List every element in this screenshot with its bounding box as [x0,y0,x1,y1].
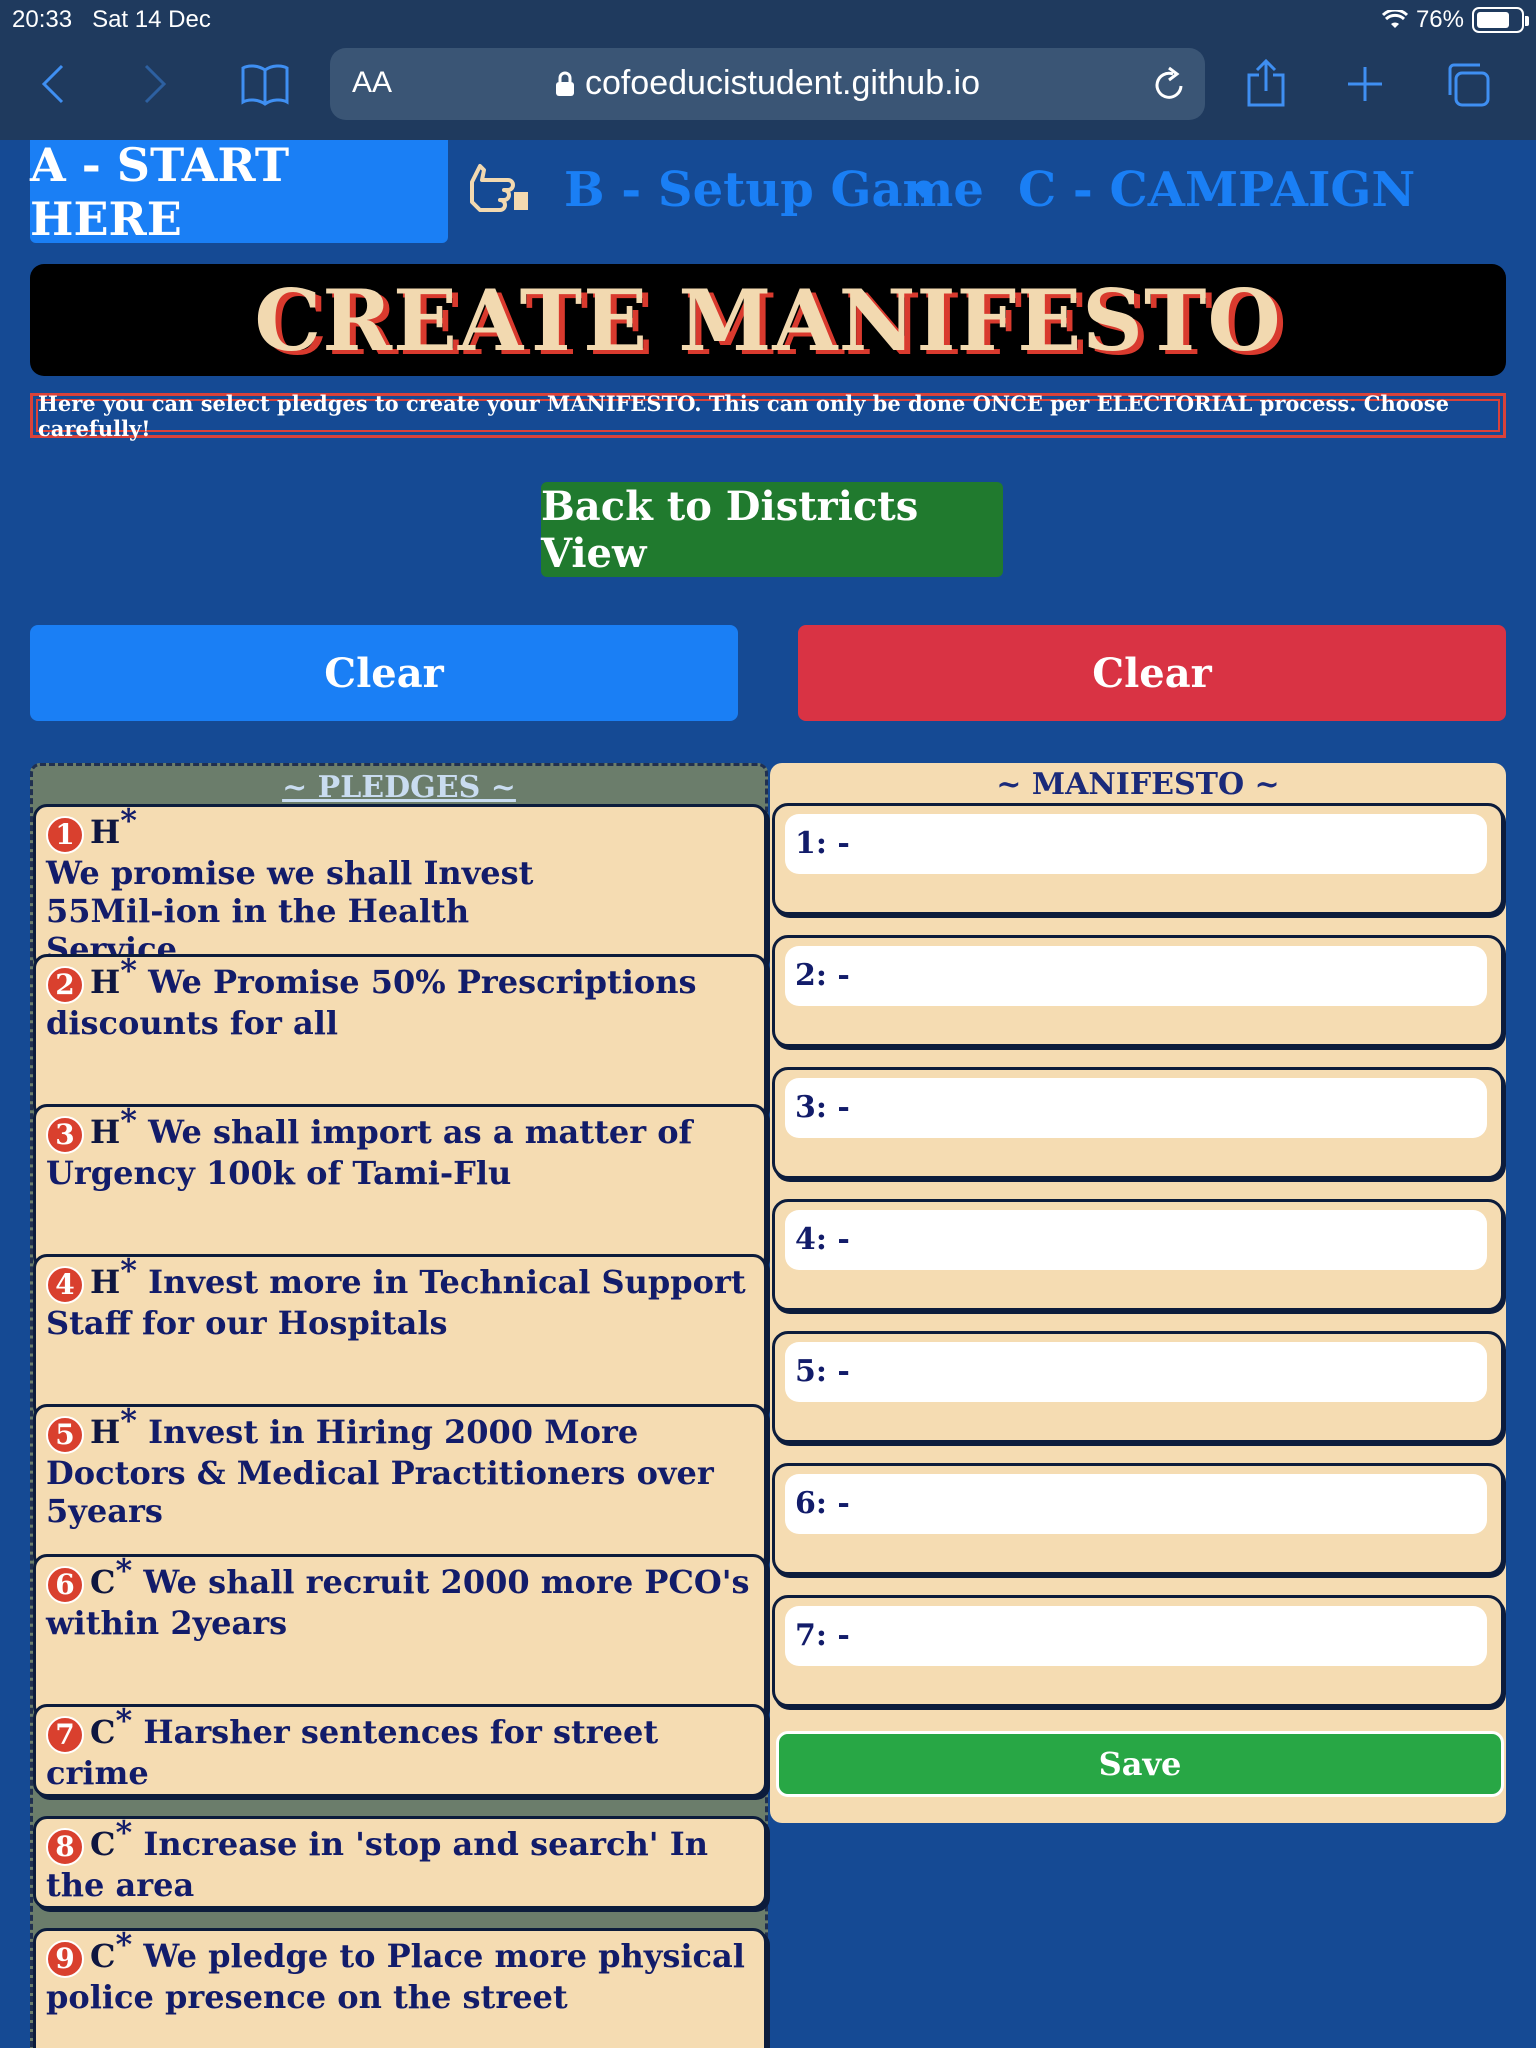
pledges-heading: ~ PLEDGES ~ [282,770,516,805]
pledge-text: Increase in 'stop and search' In the are… [46,1825,708,1904]
pledge-card-9[interactable]: 9 C* We pledge to Place more physical pol… [33,1928,767,2048]
pledge-card-6[interactable]: 6 C* We shall recruit 2000 more PCO's wit… [33,1554,767,1720]
pledge-number-badge: 7 [46,1715,84,1754]
manifesto-slot-5[interactable]: 5: - [772,1331,1504,1443]
notice-box: Here you can select pledges to create yo… [30,391,1506,441]
manifesto-slot-2[interactable]: 2: - [772,935,1504,1047]
reload-icon[interactable] [1151,64,1187,104]
lock-icon [555,71,574,96]
pledge-number-badge: 2 [46,965,84,1004]
pointing-hand-icon [470,164,528,212]
pledge-text: We Promise 50% Prescriptions discounts f… [46,963,697,1042]
pledge-number-badge: 3 [46,1115,84,1154]
notice-text: Here you can select pledges to create yo… [36,391,1500,441]
pledge-text: Invest in Hiring 2000 More Doctors & Med… [46,1413,714,1530]
pledge-text: We shall recruit 2000 more PCO's within … [46,1563,750,1642]
manifesto-slot-field[interactable]: 1: - [785,814,1487,874]
pledge-card-5[interactable]: 5 H* Invest in Hiring 2000 More Doctors &… [33,1404,767,1570]
pledge-text: Invest more in Technical Support Staff f… [46,1263,746,1342]
clear-pledges-button[interactable]: Clear [30,625,738,721]
pledge-text: We shall import as a matter of Urgency 1… [46,1113,693,1192]
nav-campaign[interactable]: C - CAMPAIGN [1018,162,1415,218]
pledge-number-badge: 8 [46,1827,84,1866]
clear-manifesto-button[interactable]: Clear [798,625,1506,721]
tabs-icon[interactable] [1442,56,1492,112]
manifesto-slot-6[interactable]: 6: - [772,1463,1504,1575]
status-bar: 20:33 Sat 14 Dec 76% [0,0,1536,40]
pledge-number-badge: 6 [46,1565,84,1604]
url-text: cofoeducistudent.github.io [584,64,981,102]
manifesto-heading: ~ MANIFESTO ~ [996,767,1280,802]
manifesto-slot-field[interactable]: 4: - [785,1210,1487,1270]
pledge-card-8[interactable]: 8 C* Increase in 'stop and search' In the… [33,1816,767,1909]
url-bar[interactable]: AA cofoeducistudent.github.io [330,48,1205,120]
pledge-card-4[interactable]: 4 H* Invest more in Technical Support Sta… [33,1254,767,1420]
status-time: 20:33 Sat 14 Dec [12,6,211,33]
pledge-card-1[interactable]: 1 H* We promise we shall Invest 55Mil-ion… [33,804,767,970]
manifesto-slot-field[interactable]: 5: - [785,1342,1487,1402]
pledge-card-3[interactable]: 3 H* We shall import as a matter of Urgen… [33,1104,767,1270]
manifesto-slot-field[interactable]: 7: - [785,1606,1487,1666]
pledge-card-2[interactable]: 2 H* We Promise 50% Prescriptions discoun… [33,954,767,1120]
manifesto-slot-7[interactable]: 7: - [772,1595,1504,1707]
pledge-number-badge: 9 [46,1939,84,1978]
pledges-panel: ~ PLEDGES ~ 1 H* We promise we shall Inve… [30,763,768,2048]
manifesto-slot-field[interactable]: 3: - [785,1078,1487,1138]
battery-percent: 76% [1415,6,1464,33]
manifesto-panel: ~ MANIFESTO ~ 1: - 2: - 3: - 4: - 5: - 6… [770,763,1506,1823]
manifesto-slot-4[interactable]: 4: - [772,1199,1504,1311]
pledge-number-badge: 5 [46,1415,84,1454]
forward-arrow-icon[interactable] [140,56,170,112]
pledge-card-7[interactable]: 7 C* Harsher sentences for street crime [33,1704,767,1797]
pledge-number-badge: 4 [46,1265,84,1304]
manifesto-slot-field[interactable]: 2: - [785,946,1487,1006]
page-title-banner: CREATE MANIFESTO [30,264,1506,376]
manifesto-slot-1[interactable]: 1: - [772,803,1504,915]
new-tab-icon[interactable] [1345,56,1385,112]
back-arrow-icon[interactable] [38,56,68,112]
browser-toolbar: AA cofoeducistudent.github.io [0,40,1536,140]
pledge-text: Harsher sentences for street crime [46,1713,659,1792]
battery-icon [1472,7,1529,33]
manifesto-slot-field[interactable]: 6: - [785,1474,1487,1534]
save-button[interactable]: Save [776,1731,1504,1797]
wifi-icon [1381,10,1408,28]
nav-start-here[interactable]: A - START HERE [30,138,448,246]
pledge-number-badge: 1 [46,815,84,854]
pledge-text: We pledge to Place more physical police … [46,1937,745,2016]
chevron-down-icon[interactable] [910,184,936,198]
bookmarks-icon[interactable] [240,56,290,112]
manifesto-slot-3[interactable]: 3: - [772,1067,1504,1179]
share-icon[interactable] [1245,56,1287,112]
page-title: CREATE MANIFESTO [254,270,1282,370]
back-to-districts-button[interactable]: Back to Districts View [541,482,1003,577]
